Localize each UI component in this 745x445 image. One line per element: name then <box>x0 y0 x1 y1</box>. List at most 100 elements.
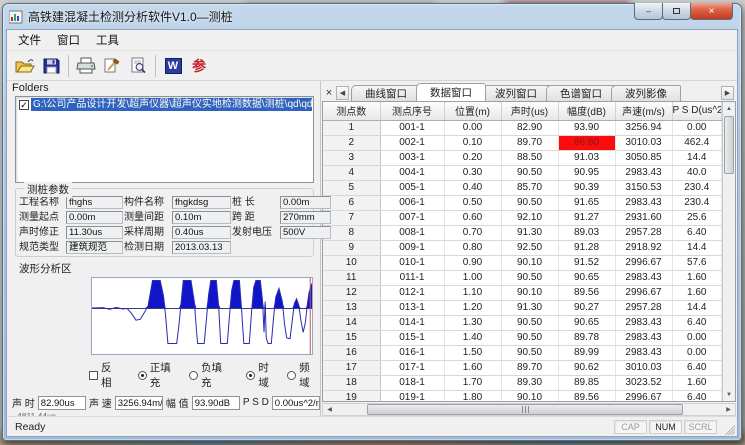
data-cell[interactable]: 90.50 <box>501 165 558 180</box>
data-cell[interactable]: 013-1 <box>380 300 444 315</box>
data-cell[interactable]: 0.70 <box>444 225 501 240</box>
data-cell[interactable]: 89.03 <box>558 225 615 240</box>
close-button[interactable]: × <box>690 3 733 20</box>
vertical-scrollbar[interactable]: ▲ ▼ <box>722 102 735 401</box>
data-cell[interactable]: 1.40 <box>444 330 501 345</box>
data-cell[interactable]: 2996.67 <box>615 285 672 300</box>
data-cell[interactable]: 230.4 <box>672 180 722 195</box>
data-cell[interactable]: 0.10 <box>444 135 501 150</box>
row-number-cell[interactable]: 13 <box>323 300 380 315</box>
data-cell[interactable]: 90.10 <box>501 390 558 401</box>
data-cell[interactable]: 007-1 <box>380 210 444 225</box>
waveform-chart[interactable] <box>91 277 313 355</box>
data-cell[interactable]: 2983.43 <box>615 270 672 285</box>
data-cell[interactable]: 016-1 <box>380 345 444 360</box>
data-cell[interactable]: 89.70 <box>501 360 558 375</box>
tab-scroll-left-button[interactable]: ◀ <box>336 86 349 100</box>
data-cell[interactable]: 3050.85 <box>615 150 672 165</box>
row-number-cell[interactable]: 18 <box>323 375 380 390</box>
file-checkbox[interactable]: ✓ <box>19 100 29 110</box>
data-cell[interactable]: 90.95 <box>558 165 615 180</box>
data-cell[interactable]: 90.10 <box>501 285 558 300</box>
row-number-cell[interactable]: 4 <box>323 165 380 180</box>
param-value[interactable]: 建筑规范 <box>66 241 123 254</box>
data-cell[interactable]: 2983.43 <box>615 195 672 210</box>
fill-radio-1[interactable]: 负填充 <box>189 360 232 390</box>
data-cell[interactable]: 89.78 <box>558 330 615 345</box>
column-header-0[interactable]: 测点数 <box>323 102 380 120</box>
data-cell[interactable]: 91.52 <box>558 255 615 270</box>
data-cell[interactable]: 0.00 <box>672 345 722 360</box>
row-number-cell[interactable]: 16 <box>323 345 380 360</box>
data-cell[interactable]: 2957.28 <box>615 300 672 315</box>
row-number-cell[interactable]: 6 <box>323 195 380 210</box>
data-cell[interactable]: 1.00 <box>444 270 501 285</box>
data-cell[interactable]: 2983.43 <box>615 315 672 330</box>
data-cell[interactable]: 90.65 <box>558 270 615 285</box>
data-cell[interactable]: 92.10 <box>501 210 558 225</box>
minimize-button[interactable]: – <box>634 3 663 20</box>
data-cell[interactable]: 0.00 <box>444 120 501 135</box>
row-number-cell[interactable]: 10 <box>323 255 380 270</box>
readout-value-2[interactable]: 93.90dB <box>192 396 240 410</box>
file-path-label[interactable]: G:\公司产品设计开发\超声仪器\超声仪实地检测数据\测桩\qd\qd03\qd… <box>31 98 312 111</box>
horizontal-scroll-thumb[interactable] <box>367 404 684 415</box>
data-cell[interactable]: 90.50 <box>501 270 558 285</box>
data-cell[interactable]: 230.4 <box>672 195 722 210</box>
data-cell[interactable]: 91.30 <box>501 225 558 240</box>
data-cell[interactable]: 88.50 <box>501 150 558 165</box>
save-button[interactable] <box>38 53 64 78</box>
data-cell[interactable]: 2931.60 <box>615 210 672 225</box>
data-cell[interactable]: 002-1 <box>380 135 444 150</box>
data-cell[interactable]: 015-1 <box>380 330 444 345</box>
file-list[interactable]: ✓ G:\公司产品设计开发\超声仪器\超声仪实地检测数据\测桩\qd\qd03\… <box>15 96 314 184</box>
row-number-cell[interactable]: 5 <box>323 180 380 195</box>
parameters-button[interactable]: 参 <box>186 53 212 78</box>
vertical-scroll-thumb[interactable] <box>724 116 734 174</box>
data-cell[interactable]: 017-1 <box>380 360 444 375</box>
menu-item-0[interactable]: 文件 <box>10 30 49 50</box>
horizontal-scroll-track[interactable] <box>336 404 722 415</box>
data-cell[interactable]: 89.70 <box>501 135 558 150</box>
data-cell[interactable]: 0.90 <box>444 255 501 270</box>
data-cell[interactable]: 14.4 <box>672 300 722 315</box>
scroll-up-arrow[interactable]: ▲ <box>723 102 735 115</box>
data-cell[interactable]: 2957.28 <box>615 225 672 240</box>
data-cell[interactable]: 008-1 <box>380 225 444 240</box>
row-number-cell[interactable]: 9 <box>323 240 380 255</box>
tab-0[interactable]: 曲线窗口 <box>351 85 421 101</box>
domain-radio-0[interactable]: 时域 <box>246 360 279 390</box>
data-cell[interactable]: 91.30 <box>501 300 558 315</box>
data-cell[interactable]: 012-1 <box>380 285 444 300</box>
data-cell[interactable]: 3010.03 <box>615 360 672 375</box>
data-cell[interactable]: 1.50 <box>444 345 501 360</box>
data-cell[interactable]: 85.70 <box>501 180 558 195</box>
row-number-cell[interactable]: 17 <box>323 360 380 375</box>
data-cell[interactable]: 1.60 <box>672 285 722 300</box>
panel-close-button[interactable]: × <box>322 85 336 101</box>
data-cell[interactable]: 90.27 <box>558 300 615 315</box>
param-value[interactable]: 500V <box>280 226 331 239</box>
row-number-cell[interactable]: 1 <box>323 120 380 135</box>
data-cell[interactable]: 6.40 <box>672 225 722 240</box>
data-cell[interactable]: 92.50 <box>501 240 558 255</box>
row-number-cell[interactable]: 8 <box>323 225 380 240</box>
data-cell[interactable]: 89.85 <box>558 375 615 390</box>
file-list-item[interactable]: ✓ G:\公司产品设计开发\超声仪器\超声仪实地检测数据\测桩\qd\qd03\… <box>17 98 312 112</box>
data-cell[interactable]: 2996.67 <box>615 390 672 401</box>
row-number-cell[interactable]: 19 <box>323 390 380 401</box>
data-cell[interactable]: 014-1 <box>380 315 444 330</box>
tab-4[interactable]: 波列影像 <box>611 85 681 101</box>
data-cell[interactable]: 0.00 <box>672 330 722 345</box>
data-cell[interactable]: 0.80 <box>444 240 501 255</box>
data-cell[interactable]: 004-1 <box>380 165 444 180</box>
data-cell[interactable]: 90.10 <box>501 255 558 270</box>
data-cell[interactable]: 89.99 <box>558 345 615 360</box>
param-value[interactable]: 0.00m <box>66 211 123 224</box>
data-cell[interactable]: 1.10 <box>444 285 501 300</box>
data-cell[interactable]: 3023.52 <box>615 375 672 390</box>
scroll-down-arrow[interactable]: ▼ <box>723 388 735 401</box>
column-header-5[interactable]: 声速(m/s) <box>615 102 672 120</box>
data-cell[interactable]: 3150.53 <box>615 180 672 195</box>
column-header-6[interactable]: P S D(us^2/m) <box>672 102 722 120</box>
